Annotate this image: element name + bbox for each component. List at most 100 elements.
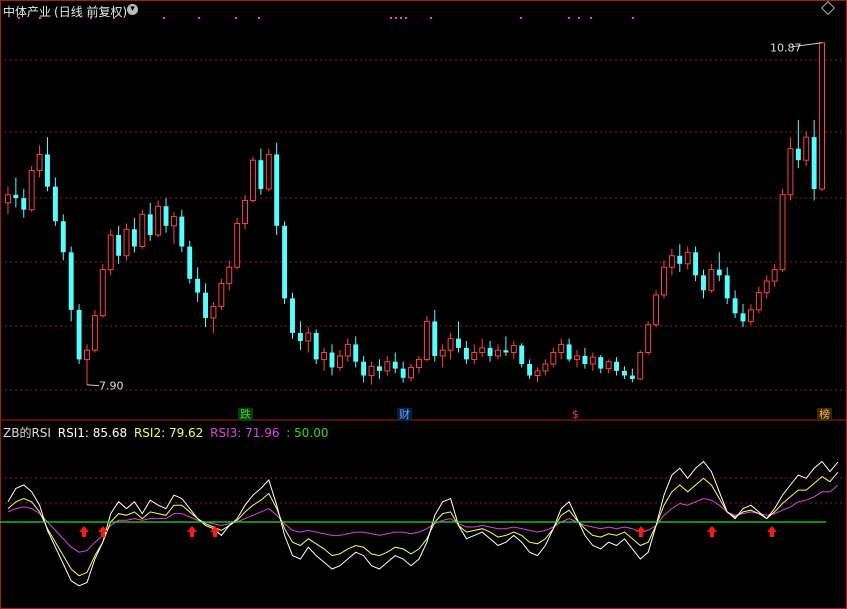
candle-body <box>487 347 493 356</box>
indicator-header: ZB的RSI RSI1: 85.68 RSI2: 79.62 RSI3: 71.… <box>3 424 332 441</box>
candle-body <box>139 213 146 248</box>
rsi2-line <box>7 471 839 577</box>
candle-body <box>329 352 335 368</box>
candle-body <box>614 361 619 371</box>
candle-body <box>803 136 810 161</box>
candle-body <box>708 269 715 291</box>
signal-dot <box>430 17 432 19</box>
candle-body <box>527 364 533 376</box>
candle-body <box>598 357 604 369</box>
candle-body <box>684 251 691 265</box>
candle-body <box>392 361 398 369</box>
candle-body <box>787 148 794 196</box>
candle-body <box>321 351 328 360</box>
signal-dot <box>235 17 237 19</box>
candle-body <box>661 266 667 296</box>
candle-body <box>463 347 469 360</box>
candle-body <box>558 343 565 353</box>
candle-body <box>668 255 675 268</box>
candle-body <box>779 194 786 271</box>
candle-body <box>131 229 137 247</box>
signal-dot <box>405 17 407 19</box>
candle-body <box>519 345 525 364</box>
signal-dot <box>163 17 165 19</box>
buy-arrow-icon <box>636 526 646 537</box>
rsi2-label: RSI2: 79.62 <box>133 426 204 440</box>
signal-dot <box>632 17 634 19</box>
buy-arrow-icon <box>707 526 717 537</box>
candle-body <box>147 214 153 236</box>
chart-border <box>0 0 847 609</box>
candle-body <box>542 363 549 372</box>
event-tag-rank[interactable]: 榜 <box>817 408 832 421</box>
signal-dot <box>568 17 570 19</box>
buy-arrow-icon <box>79 526 89 537</box>
event-tag-dollar[interactable]: $ <box>570 408 581 421</box>
candle-body <box>179 216 185 247</box>
candle-body <box>368 365 375 377</box>
indicator-name[interactable]: ZB的RSI <box>3 426 51 440</box>
candle-body <box>534 370 541 377</box>
candle-body <box>811 137 817 189</box>
candle-body <box>510 345 517 353</box>
candle-body <box>45 154 50 187</box>
stock-name: 中体产业 <box>3 5 52 19</box>
candle-body <box>336 355 343 368</box>
buy-arrow-icon <box>767 526 777 537</box>
signal-dot <box>590 17 592 19</box>
event-tag-finance[interactable]: 财 <box>397 408 412 421</box>
rsi1-label: RSI1: 85.68 <box>57 426 128 440</box>
candle-body <box>203 292 208 318</box>
candle-body <box>258 160 264 189</box>
candle-body <box>5 194 11 204</box>
candle-body <box>13 194 19 199</box>
stock-title: 中体产业 (日线 前复权) <box>3 3 130 20</box>
candle-body <box>155 205 162 236</box>
candle-body <box>218 282 225 307</box>
chevron-down-icon[interactable]: ▾ <box>127 4 138 15</box>
candle-body <box>210 305 217 319</box>
candle-body <box>265 153 272 190</box>
event-tag-down[interactable]: 跌 <box>238 408 253 421</box>
signal-dot <box>198 17 200 19</box>
candle-body <box>795 148 801 161</box>
candle-body <box>550 351 557 365</box>
candle-body <box>84 349 90 360</box>
signal-dot <box>520 17 522 19</box>
chart-canvas: 10.87 7.90 <box>0 0 847 609</box>
candle-body <box>36 153 43 172</box>
candle-body <box>432 321 438 356</box>
candle-body <box>763 280 770 294</box>
rsi1-line <box>7 460 839 587</box>
rsi3-label: RSI3: 71.96 <box>210 426 280 440</box>
candle-body <box>439 349 446 357</box>
candle-body <box>747 309 754 322</box>
candle-body <box>163 206 169 226</box>
candle-body <box>344 343 351 357</box>
candle-body <box>503 350 509 353</box>
candle-body <box>605 361 612 370</box>
candle-body <box>60 221 66 253</box>
low-price-label: 7.90 <box>99 380 124 393</box>
candle-body <box>637 351 644 380</box>
candle-body <box>313 332 319 360</box>
level-label: : 50.00 <box>286 426 329 440</box>
low-pointer <box>86 384 100 387</box>
candle-body <box>456 338 461 348</box>
candle-body <box>99 269 106 317</box>
candle-body <box>701 275 706 291</box>
candle-body <box>677 255 683 264</box>
candle-body <box>28 170 35 211</box>
signal-dot <box>258 17 260 19</box>
candle-body <box>376 366 382 371</box>
candle-body <box>771 269 778 282</box>
candle-body <box>353 344 359 362</box>
candle-body <box>116 235 122 256</box>
candle-body <box>416 358 422 368</box>
candle-body <box>76 309 82 360</box>
candle-body <box>297 332 303 341</box>
signal-dot <box>395 17 397 19</box>
candle-body <box>732 298 738 314</box>
candle-body <box>740 313 746 322</box>
candle-body <box>495 349 501 357</box>
